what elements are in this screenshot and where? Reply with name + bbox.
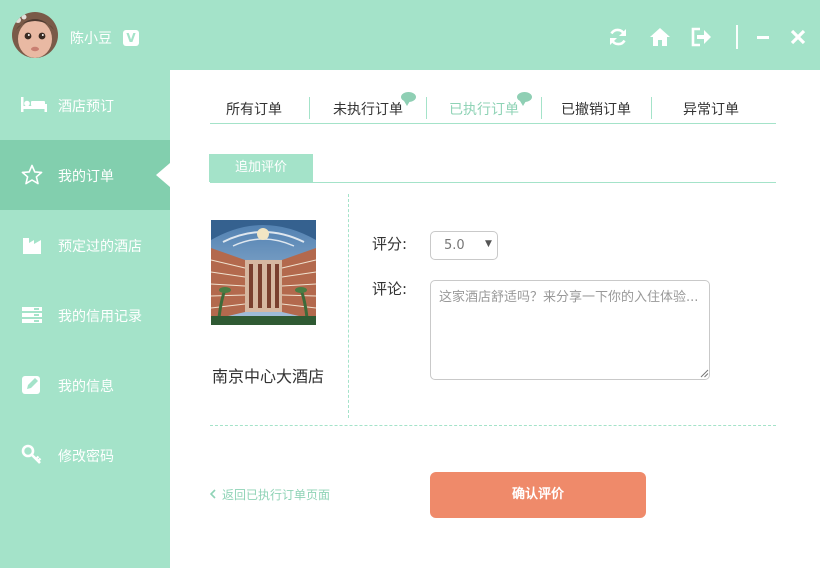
hotel-photo bbox=[211, 220, 316, 325]
message-bubble-icon bbox=[401, 92, 416, 106]
vip-badge-icon: V bbox=[123, 30, 139, 46]
logout-icon[interactable] bbox=[690, 26, 712, 48]
sidebar-item-my-info[interactable]: 我的信息 bbox=[0, 350, 170, 420]
star-icon bbox=[21, 164, 43, 186]
refresh-icon[interactable] bbox=[607, 26, 629, 48]
key-icon bbox=[21, 444, 43, 466]
rating-value: 5.0 bbox=[444, 238, 465, 253]
back-to-executed-orders-link[interactable]: 返回已执行订单页面 bbox=[209, 486, 331, 503]
rating-select[interactable]: 5.0 ▼ bbox=[430, 231, 498, 260]
sidebar-item-label: 我的信用记录 bbox=[58, 309, 142, 325]
section-divider-horizontal bbox=[210, 425, 776, 426]
tab-abnormal-orders[interactable]: 异常订单 bbox=[683, 99, 739, 119]
tab-pending-orders[interactable]: 未执行订单 bbox=[333, 99, 403, 119]
building-icon bbox=[21, 234, 43, 256]
comment-input[interactable] bbox=[430, 280, 710, 380]
tab-divider bbox=[651, 97, 652, 119]
title-bar: 陈小豆 V bbox=[0, 0, 820, 70]
sidebar-item-change-password[interactable]: 修改密码 bbox=[0, 420, 170, 490]
edit-icon bbox=[21, 374, 43, 396]
tab-add-review[interactable]: 追加评价 bbox=[209, 154, 313, 182]
active-nav-indicator bbox=[156, 163, 170, 187]
tab-all-orders[interactable]: 所有订单 bbox=[226, 99, 282, 119]
bed-icon bbox=[21, 94, 47, 116]
sidebar-item-label: 我的信息 bbox=[58, 379, 114, 395]
sidebar-item-label: 酒店预订 bbox=[58, 99, 114, 115]
sidebar-item-credit-record[interactable]: 我的信用记录 bbox=[0, 280, 170, 350]
tab-divider bbox=[541, 97, 542, 119]
sidebar-item-booked-hotels[interactable]: 预定过的酒店 bbox=[0, 210, 170, 280]
list-icon bbox=[21, 304, 43, 326]
sidebar-item-label: 修改密码 bbox=[58, 449, 114, 465]
rating-label: 评分: bbox=[372, 235, 408, 253]
title-bar-divider bbox=[736, 25, 738, 49]
back-link-label: 返回已执行订单页面 bbox=[222, 488, 331, 502]
tab-cancelled-orders[interactable]: 已撤销订单 bbox=[561, 99, 631, 119]
home-icon[interactable] bbox=[649, 26, 671, 48]
hotel-name: 南京中心大酒店 bbox=[212, 367, 325, 386]
minimize-icon[interactable] bbox=[752, 26, 774, 48]
chevron-left-icon bbox=[209, 488, 216, 502]
message-bubble-icon bbox=[517, 92, 532, 106]
order-tabs: 所有订单 未执行订单 已执行订单 已撤销订单 异常订单 bbox=[210, 92, 776, 124]
avatar-image bbox=[12, 12, 58, 58]
resize-handle-icon[interactable] bbox=[700, 369, 709, 378]
sidebar-item-my-orders[interactable]: 我的订单 bbox=[0, 140, 170, 210]
chevron-down-icon: ▼ bbox=[485, 239, 492, 249]
tab-divider bbox=[309, 97, 310, 119]
close-icon[interactable] bbox=[787, 26, 809, 48]
tab-executed-orders[interactable]: 已执行订单 bbox=[449, 99, 519, 119]
subtab-underline bbox=[210, 182, 776, 183]
confirm-review-button[interactable]: 确认评价 bbox=[430, 472, 646, 518]
sidebar-item-label: 我的订单 bbox=[58, 169, 114, 185]
sidebar-item-hotel-booking[interactable]: 酒店预订 bbox=[0, 70, 170, 140]
avatar[interactable] bbox=[12, 12, 58, 58]
tab-divider bbox=[426, 97, 427, 119]
sidebar-item-label: 预定过的酒店 bbox=[58, 239, 142, 255]
username: 陈小豆 bbox=[70, 31, 112, 47]
sidebar: 酒店预订 我的订单 预定过的酒店 我的信用记录 我的信息 修改密码 bbox=[0, 70, 170, 568]
section-divider-vertical bbox=[348, 194, 349, 418]
comment-label: 评论: bbox=[372, 280, 408, 298]
